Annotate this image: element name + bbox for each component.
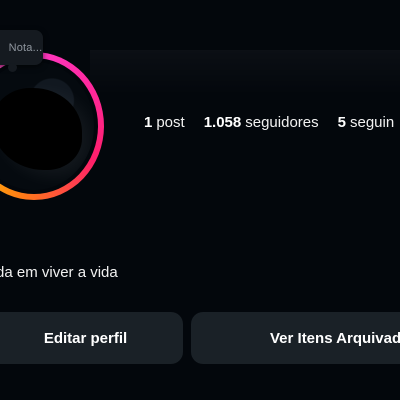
- note-text: Nota...: [8, 41, 43, 54]
- stat-followers[interactable]: 1.058 seguidores: [204, 114, 319, 131]
- followers-count: 1.058: [203, 114, 242, 131]
- view-archived-label: Ver Itens Arquivado: [270, 329, 400, 347]
- stat-posts[interactable]: 1 post: [144, 114, 185, 131]
- avatar-silhouette: [0, 88, 82, 170]
- posts-count: 1: [144, 114, 153, 131]
- profile-bio: da em viver a vida: [0, 264, 118, 281]
- stat-following[interactable]: 5 seguin: [338, 114, 395, 131]
- edit-profile-label: Editar perfil: [43, 329, 128, 347]
- view-archived-button[interactable]: Ver Itens Arquivado: [191, 312, 400, 364]
- profile-screen: Nota... 1 post 1.058 seguidores 5 seguin…: [0, 0, 400, 400]
- edit-profile-button[interactable]: Editar perfil: [0, 312, 183, 364]
- following-label: seguin: [349, 114, 395, 131]
- following-count: 5: [337, 114, 346, 131]
- posts-label: post: [156, 114, 185, 131]
- note-bubble[interactable]: Nota...: [0, 30, 43, 72]
- profile-avatar[interactable]: [0, 52, 104, 200]
- profile-header-background: [90, 50, 400, 95]
- followers-label: seguidores: [245, 114, 319, 131]
- profile-stats: 1 post 1.058 seguidores 5 seguin: [144, 114, 394, 131]
